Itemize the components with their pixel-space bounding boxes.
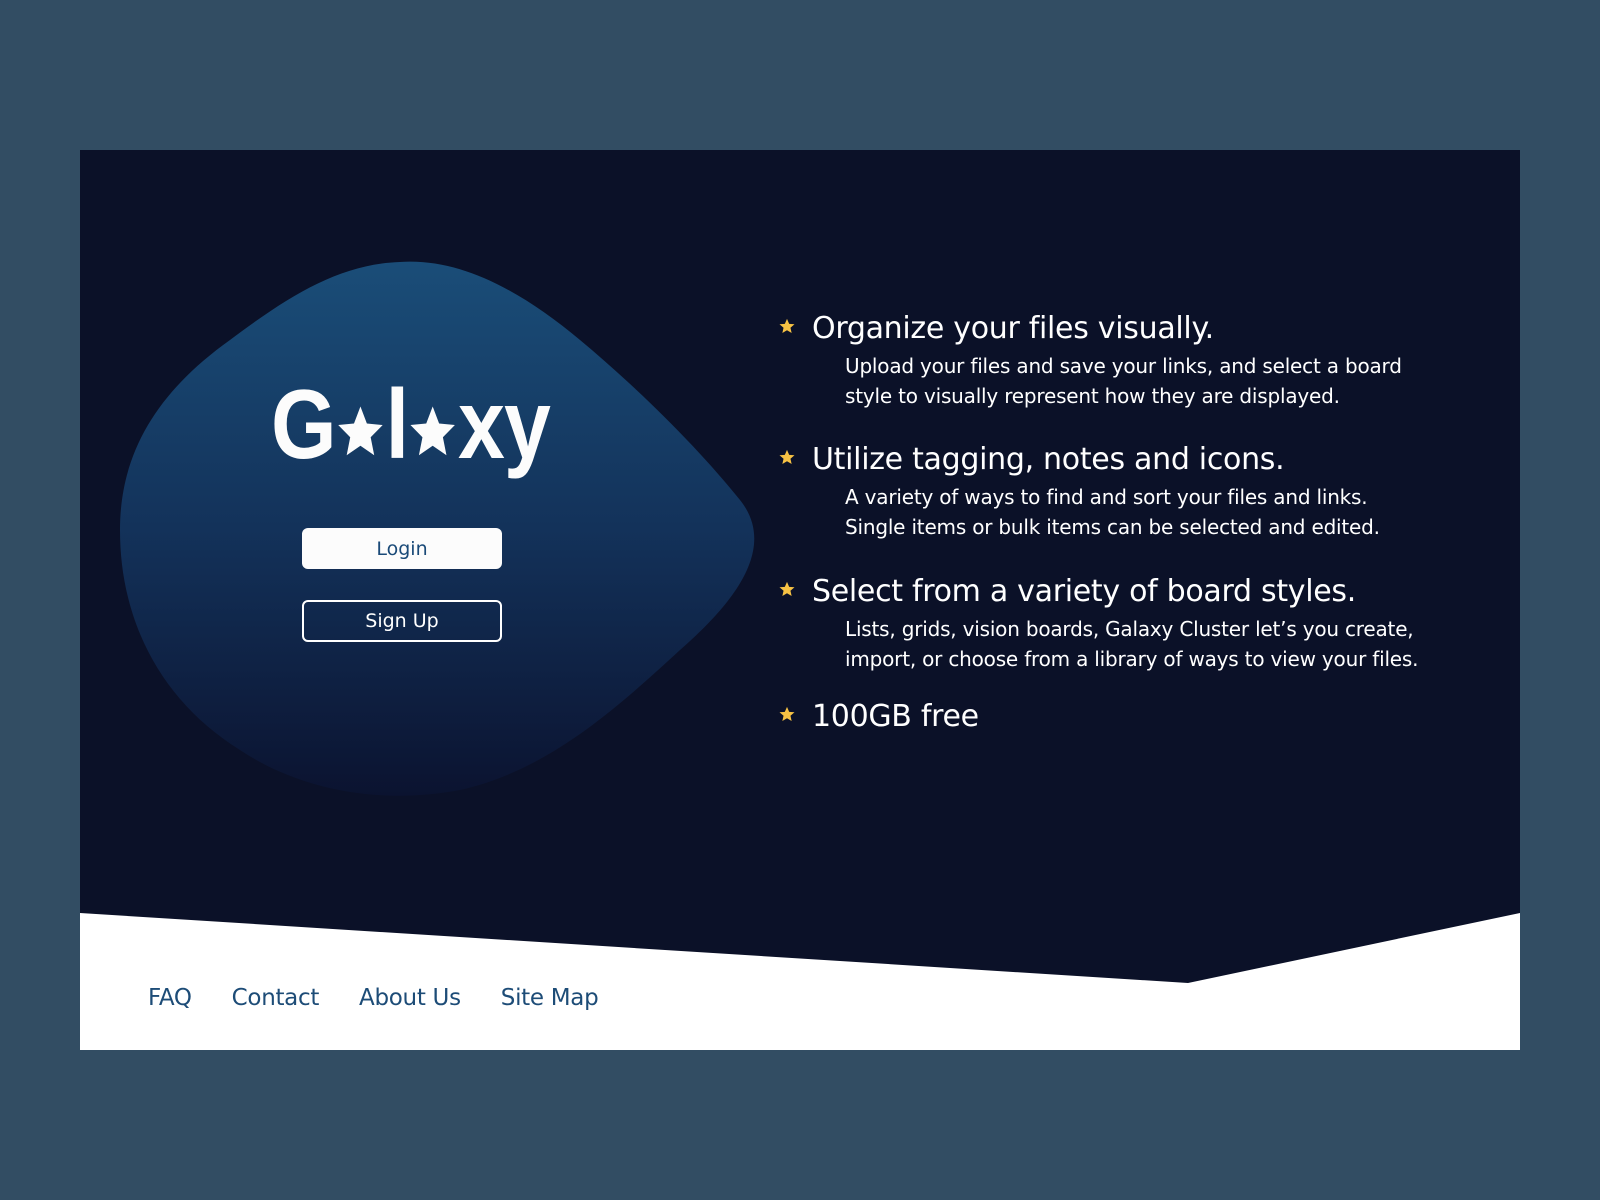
feature-description-line: A variety of ways to find and sort your …	[845, 485, 1368, 509]
feature-heading: Utilize tagging, notes and icons.	[812, 442, 1285, 477]
brand-letters-xy: xy	[458, 369, 551, 479]
feature-item: Select from a variety of board styles. L…	[778, 573, 1418, 674]
feature-heading: 100GB free	[812, 699, 979, 734]
login-button[interactable]: Login	[302, 528, 502, 569]
landing-card: Gl xy Login Sign Up Organize your files v…	[80, 150, 1520, 1050]
feature-heading: Organize your files visually.	[812, 311, 1214, 346]
star-bullet-icon	[779, 706, 795, 722]
feature-heading: Select from a variety of board styles.	[812, 574, 1356, 609]
star-bullet-icon	[779, 581, 795, 597]
feature-item: 100GB free	[778, 698, 979, 736]
signup-button[interactable]: Sign Up	[302, 600, 502, 642]
feature-description-line: import, or choose from a library of ways…	[845, 647, 1419, 671]
feature-description: Upload your files and save your links, a…	[845, 351, 1402, 411]
brand-letter-l: l	[385, 369, 409, 479]
feature-description-line: Single items or bulk items can be select…	[845, 515, 1380, 539]
footer-link-contact[interactable]: Contact	[232, 985, 320, 1011]
brand-letter-g: G	[271, 369, 337, 479]
feature-description-line: style to visually represent how they are…	[845, 384, 1340, 408]
feature-description: Lists, grids, vision boards, Galaxy Clus…	[845, 614, 1418, 674]
feature-description-line: Lists, grids, vision boards, Galaxy Clus…	[845, 617, 1414, 641]
brand-logo: Gl xy	[271, 375, 551, 473]
feature-description: A variety of ways to find and sort your …	[845, 482, 1380, 542]
feature-item: Utilize tagging, notes and icons. A vari…	[778, 441, 1380, 542]
star-icon	[338, 406, 383, 456]
feature-item: Organize your files visually. Upload you…	[778, 310, 1402, 411]
footer-link-faq[interactable]: FAQ	[148, 985, 192, 1011]
footer-link-site-map[interactable]: Site Map	[501, 985, 599, 1011]
star-icon	[410, 406, 456, 456]
feature-description-line: Upload your files and save your links, a…	[845, 354, 1402, 378]
footer-nav: FAQ Contact About Us Site Map	[148, 985, 638, 1011]
footer-link-about-us[interactable]: About Us	[359, 985, 461, 1011]
star-bullet-icon	[779, 449, 795, 465]
star-bullet-icon	[779, 318, 795, 334]
